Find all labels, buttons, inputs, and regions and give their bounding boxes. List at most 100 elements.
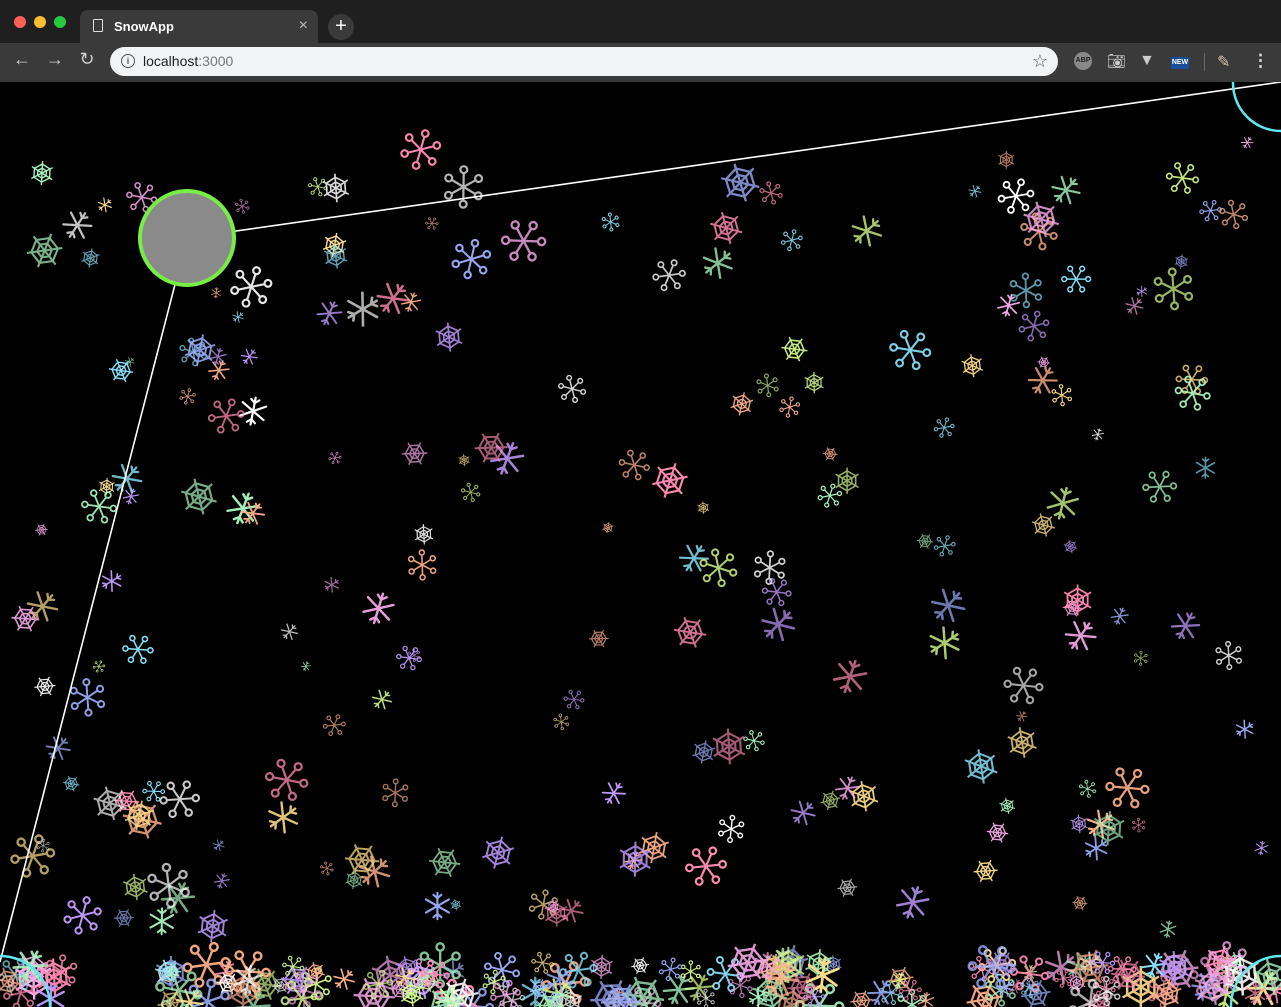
snowflake-icon xyxy=(238,345,261,368)
snowflake-icon xyxy=(680,839,732,893)
snowflake-icon xyxy=(694,499,713,517)
snowflake-icon xyxy=(1075,777,1100,801)
snowflake-icon xyxy=(966,182,984,200)
snowflake-icon xyxy=(704,722,754,771)
snowflake-icon xyxy=(820,444,840,464)
snowflake-icon xyxy=(60,892,105,939)
snowflake-icon xyxy=(80,246,101,270)
snowflake-icon xyxy=(1046,170,1086,210)
snowflake-icon xyxy=(59,772,83,796)
perspective-handle[interactable] xyxy=(138,189,236,287)
snowflake-icon xyxy=(713,155,768,210)
tab-close-icon[interactable]: × xyxy=(299,17,308,35)
browser-menu-icon[interactable]: ⋮ xyxy=(1252,51,1269,71)
bookmark-star-icon[interactable]: ☆ xyxy=(1032,51,1048,72)
snow-scene[interactable] xyxy=(0,82,1281,1007)
snowflake-icon xyxy=(494,211,553,271)
snowflake-icon xyxy=(728,389,755,419)
snowflake-icon xyxy=(320,710,349,740)
snowflake-icon xyxy=(448,235,494,284)
snowflake-icon xyxy=(33,521,50,539)
reload-icon[interactable]: ↻ xyxy=(75,49,99,70)
camera-icon[interactable]: 📷︎ xyxy=(1107,52,1126,70)
snowflake-icon xyxy=(882,321,938,379)
snowflake-icon xyxy=(95,195,115,215)
new-extension-icon[interactable]: NEW xyxy=(1171,57,1189,69)
snowflake-icon xyxy=(22,227,67,274)
snowflake-icon xyxy=(956,350,989,382)
snowflake-icon xyxy=(210,837,227,854)
back-icon[interactable]: ← xyxy=(10,49,34,70)
snowflake-icon xyxy=(1060,536,1081,557)
snowflake-icon xyxy=(1044,483,1081,523)
tab-snowapp[interactable]: SnowApp × xyxy=(80,10,318,43)
snowflake-icon xyxy=(1134,284,1150,299)
snowflake-icon xyxy=(138,855,199,915)
snowflake-icon xyxy=(1174,253,1189,270)
browser-toolbar: ← → ↻ i localhost:3000 ☆ ABP 📷︎ ▼ NEW ✎ … xyxy=(0,43,1281,82)
site-info-icon[interactable]: i xyxy=(121,54,135,68)
snowflake-icon xyxy=(997,150,1015,170)
snowflake-icon xyxy=(443,164,484,210)
snowflake-icon xyxy=(1254,839,1269,857)
snowflake-icon xyxy=(846,210,888,252)
browser-chrome: SnowApp × + ← → ↻ i localhost:3000 ☆ ABP… xyxy=(0,0,1281,82)
snowflake-icon xyxy=(278,620,301,643)
snowflake-icon xyxy=(1060,615,1101,657)
snow-drift-layer xyxy=(0,934,1281,1007)
snowflake-icon xyxy=(994,173,1038,220)
snowflake-icon xyxy=(1066,811,1092,837)
snowflake-icon xyxy=(690,737,717,767)
minimize-window-button[interactable] xyxy=(34,16,46,28)
snowflake-icon xyxy=(1232,717,1258,742)
snow-canvas[interactable] xyxy=(0,82,1281,1007)
snowflake-icon xyxy=(1091,809,1126,848)
snowflake-icon xyxy=(398,436,431,471)
snowflake-icon xyxy=(751,369,784,401)
snowflake-icon xyxy=(447,897,464,913)
snowflake-icon xyxy=(455,451,473,469)
snowflake-icon xyxy=(778,394,802,420)
corner-handle-top-right[interactable] xyxy=(1231,82,1281,133)
maximize-window-button[interactable] xyxy=(54,16,66,28)
snowflake-icon xyxy=(997,659,1050,712)
snowflake-icon xyxy=(776,331,813,368)
forward-icon[interactable]: → xyxy=(43,49,67,70)
tab-title: SnowApp xyxy=(114,19,174,34)
snowflake-icon xyxy=(755,601,801,647)
close-window-button[interactable] xyxy=(14,16,26,28)
window-controls xyxy=(14,16,66,28)
snowflake-icon xyxy=(779,226,805,254)
snowflake-icon xyxy=(598,777,629,809)
snowflake-icon xyxy=(717,813,746,845)
snowflake-icon xyxy=(1209,636,1248,675)
snowflake-icon xyxy=(1000,721,1044,764)
new-tab-button[interactable]: + xyxy=(328,14,354,40)
vue-devtools-icon[interactable]: ▼ xyxy=(1139,52,1157,70)
snowflake-icon xyxy=(423,214,441,233)
snowflake-icon xyxy=(313,297,345,330)
snowflake-icon xyxy=(210,286,222,299)
snowflake-icon xyxy=(397,124,445,175)
snowflake-icon xyxy=(399,289,423,315)
snowflake-icon xyxy=(931,414,957,441)
snowflake-icon xyxy=(429,317,469,357)
snowflake-icon xyxy=(230,309,246,325)
snowflake-icon xyxy=(893,881,933,924)
drift-snowflake-icon xyxy=(847,986,876,1007)
snowflake-icon xyxy=(479,832,517,873)
adblock-plus-icon[interactable]: ABP xyxy=(1074,52,1092,70)
toolbar-separator xyxy=(1204,53,1205,71)
address-bar[interactable]: i localhost:3000 ☆ xyxy=(110,47,1058,76)
url-text[interactable]: localhost:3000 xyxy=(143,53,233,69)
drift-snowflake-icon xyxy=(527,947,558,979)
snowflake-icon xyxy=(1109,604,1131,628)
snowflake-icon xyxy=(553,369,592,408)
snowflake-icon xyxy=(262,796,305,838)
snowflake-icon xyxy=(648,457,692,504)
snowflake-icon xyxy=(757,572,797,612)
snowflake-icon xyxy=(601,520,615,535)
snowflake-icon xyxy=(321,574,343,595)
snowflake-icon xyxy=(317,859,336,878)
pen-extension-icon[interactable]: ✎ xyxy=(1217,52,1237,71)
